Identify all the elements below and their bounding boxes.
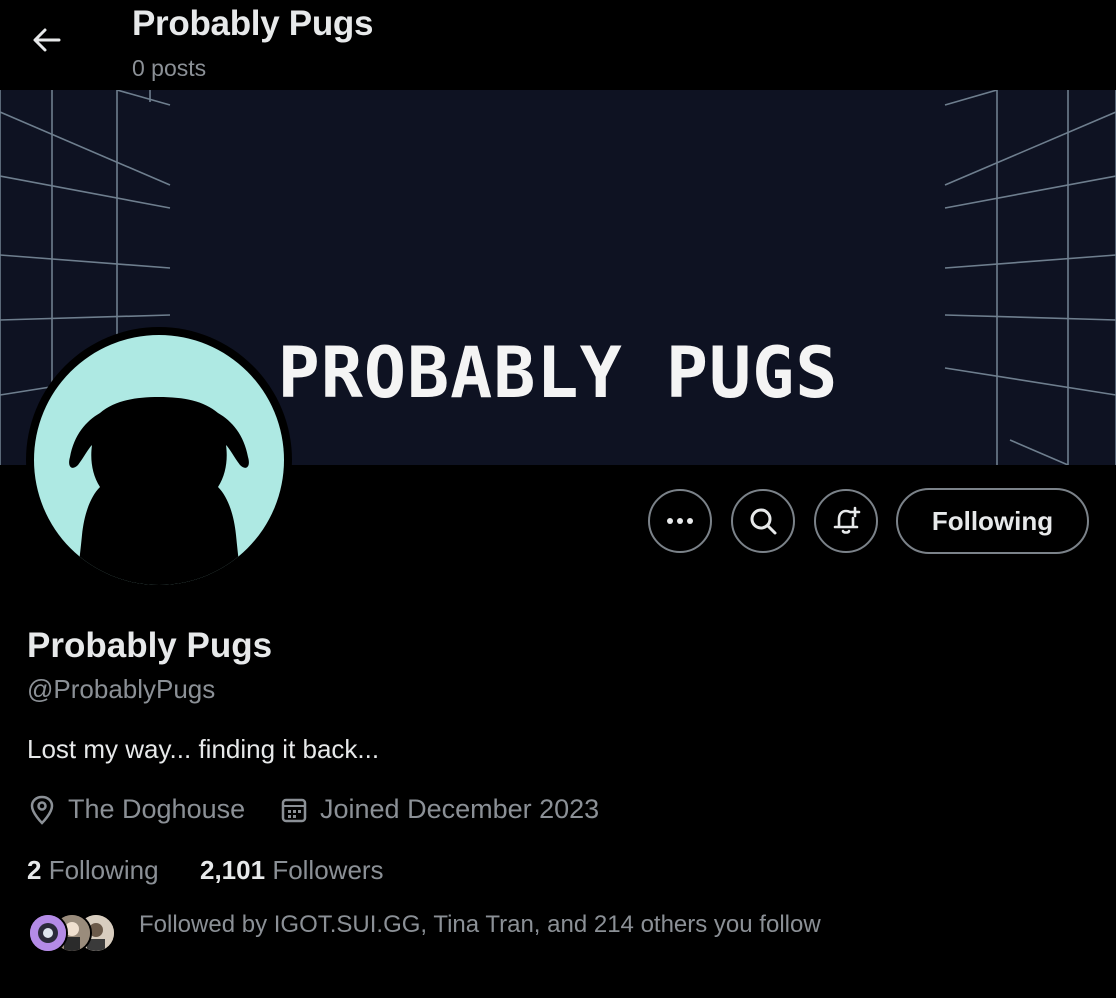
more-button[interactable] bbox=[648, 489, 712, 553]
search-button[interactable] bbox=[731, 489, 795, 553]
following-stat[interactable]: 2 Following bbox=[27, 855, 159, 886]
follower-avatar-1[interactable] bbox=[28, 913, 68, 953]
following-button[interactable]: Following bbox=[896, 488, 1089, 554]
followers-count: 2,101 bbox=[200, 855, 266, 885]
bell-plus-icon bbox=[833, 506, 861, 534]
search-icon bbox=[750, 508, 777, 535]
location-pin-icon bbox=[30, 795, 54, 825]
avatar[interactable] bbox=[26, 327, 292, 593]
followers-stat[interactable]: 2,101 Followers bbox=[200, 855, 384, 886]
page-title: Probably Pugs bbox=[132, 4, 374, 43]
calendar-icon bbox=[281, 798, 307, 822]
profile-name: Probably Pugs bbox=[27, 626, 273, 665]
joined-text: Joined December 2023 bbox=[320, 794, 600, 824]
arrow-left-icon bbox=[33, 28, 61, 52]
profile-joined: Joined December 2023 bbox=[280, 794, 599, 825]
followed-by-text[interactable]: Followed by IGOT.SUI.GG, Tina Tran, and … bbox=[139, 911, 821, 939]
notifications-button[interactable] bbox=[814, 489, 878, 553]
top-bar: Probably Pugs 0 posts bbox=[0, 0, 1116, 90]
followers-label: Followers bbox=[272, 855, 384, 885]
post-count: 0 posts bbox=[132, 55, 207, 81]
more-horizontal-icon bbox=[667, 518, 693, 524]
avatar-image bbox=[34, 335, 284, 585]
owl-avatar-icon bbox=[30, 915, 66, 951]
pug-silhouette-icon bbox=[69, 397, 249, 585]
profile-location: The Doghouse bbox=[28, 794, 245, 825]
profile-bio: Lost my way... finding it back... bbox=[27, 734, 380, 764]
back-button[interactable] bbox=[24, 22, 68, 58]
location-text: The Doghouse bbox=[68, 794, 246, 824]
profile-handle: @ProbablyPugs bbox=[27, 674, 216, 704]
following-count: 2 bbox=[27, 855, 42, 885]
following-label: Following bbox=[48, 855, 159, 885]
